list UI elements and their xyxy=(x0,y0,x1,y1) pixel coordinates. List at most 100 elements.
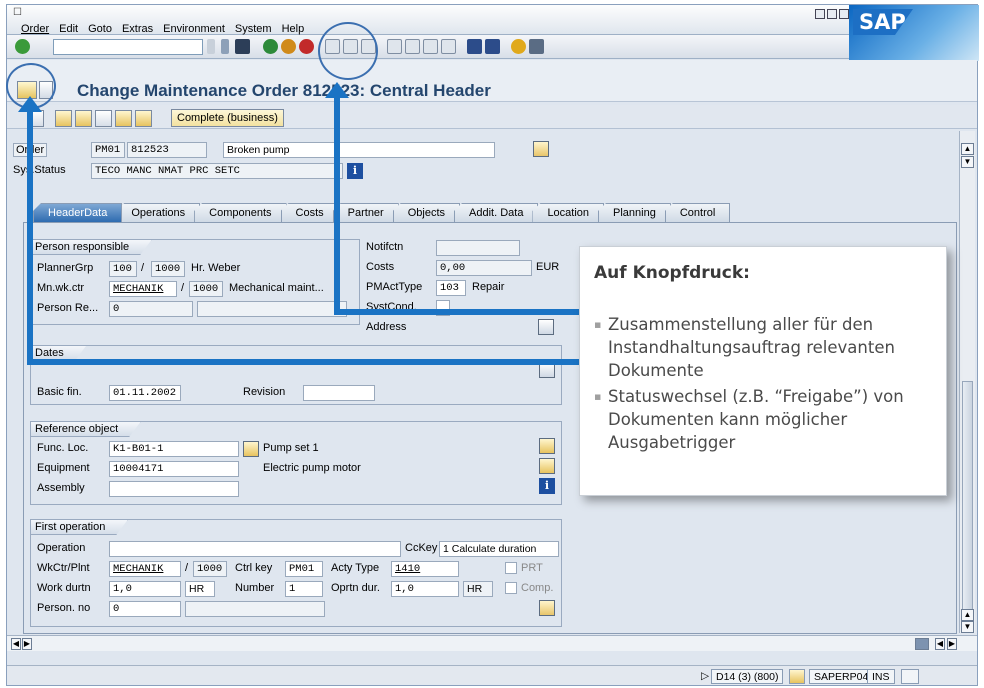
next-page-icon[interactable] xyxy=(423,39,438,54)
page-down-icon[interactable]: ▲ xyxy=(961,609,974,621)
tab-planning[interactable]: Planning xyxy=(598,203,671,223)
h-scroll-thumb[interactable] xyxy=(915,638,929,650)
ctrlkey-field[interactable]: PM01 xyxy=(285,561,323,577)
personno-name-field xyxy=(185,601,325,617)
help-icon[interactable] xyxy=(511,39,526,54)
scroll-down-icon[interactable]: ▼ xyxy=(961,621,974,633)
release-icon[interactable] xyxy=(115,110,132,127)
op-wkctr-field[interactable]: MECHANIK xyxy=(109,561,181,577)
object-list-icon[interactable] xyxy=(539,458,555,474)
dates-group: Dates Basic fin. 01.11.2002 Revision xyxy=(30,345,562,405)
shortcut-icon[interactable] xyxy=(485,39,500,54)
assembly-field[interactable] xyxy=(109,481,239,497)
tab-addit-data[interactable]: Addit. Data xyxy=(454,203,539,223)
back-small-icon[interactable] xyxy=(221,39,229,54)
wkctr-field[interactable]: MECHANIK xyxy=(109,281,177,297)
command-field[interactable] xyxy=(53,39,203,55)
back-icon[interactable] xyxy=(263,39,278,54)
tab-costs[interactable]: Costs xyxy=(280,203,339,223)
funcloc-field[interactable]: K1-B01-1 xyxy=(109,441,239,457)
order-type-field: PM01 xyxy=(91,142,125,158)
scroll-thumb[interactable] xyxy=(962,381,973,611)
tab-operations[interactable]: Operations xyxy=(116,203,201,223)
last-page-icon[interactable] xyxy=(441,39,456,54)
pmacttype-field[interactable]: 103 xyxy=(436,280,466,296)
equipment-label: Equipment xyxy=(37,462,90,474)
operation-field[interactable] xyxy=(109,541,401,557)
tab-location[interactable]: Location xyxy=(532,203,605,223)
tab-headerdata[interactable]: HeaderData xyxy=(33,203,123,223)
object-info-icon[interactable]: i xyxy=(539,478,555,494)
menu-goto[interactable]: Goto xyxy=(88,23,112,35)
page-up-icon[interactable]: ▼ xyxy=(961,156,974,168)
revision-field[interactable] xyxy=(303,385,375,401)
save-icon[interactable] xyxy=(235,39,250,54)
system-info[interactable]: D14 (3) (800) xyxy=(711,669,784,684)
notifctn-field[interactable] xyxy=(436,240,520,256)
workdurtn-field[interactable]: 1,0 xyxy=(109,581,181,597)
menu-environment[interactable]: Environment xyxy=(163,23,225,35)
person-responsible-field[interactable]: 0 xyxy=(109,301,193,317)
cckey-select[interactable]: 1 Calculate duration xyxy=(439,541,559,557)
address-icon[interactable] xyxy=(538,319,554,335)
previous-page-icon[interactable] xyxy=(405,39,420,54)
menu-system[interactable]: System xyxy=(235,23,272,35)
funcloc-hierarchy-icon[interactable] xyxy=(243,441,259,457)
menu-edit[interactable]: Edit xyxy=(59,23,78,35)
exit-icon[interactable] xyxy=(281,39,296,54)
enter-icon[interactable] xyxy=(15,39,30,54)
personno-field[interactable]: 0 xyxy=(109,601,181,617)
maximize-icon[interactable] xyxy=(827,9,837,19)
system-menu-icon[interactable]: ☐ xyxy=(13,7,22,18)
comp-checkbox[interactable] xyxy=(505,582,517,594)
scroll-right-end-icon[interactable]: ▶ xyxy=(947,638,957,650)
actytype-field[interactable]: 1410 xyxy=(391,561,459,577)
complete-business-button[interactable]: Complete (business) xyxy=(171,109,284,127)
order-description-field[interactable]: Broken pump xyxy=(223,142,495,158)
wkctr-plant-field[interactable]: 1000 xyxy=(189,281,223,297)
first-page-icon[interactable] xyxy=(387,39,402,54)
basic-finish-label: Basic fin. xyxy=(37,386,82,398)
layout-menu-icon[interactable] xyxy=(529,39,544,54)
cancel-icon[interactable] xyxy=(299,39,314,54)
command-dropdown-icon[interactable] xyxy=(207,39,215,54)
horizontal-scrollbar[interactable]: ◀ ▶ ◀ ▶ xyxy=(7,635,977,651)
operation-detail-icon[interactable] xyxy=(539,600,555,616)
status-bar: ▷ D14 (3) (800) SAPERP04 INS xyxy=(7,665,977,685)
scroll-right-icon[interactable]: ▶ xyxy=(22,638,32,650)
structure-list-icon[interactable] xyxy=(539,438,555,454)
tab-components[interactable]: Components xyxy=(194,203,287,223)
oprtndur-field[interactable]: 1,0 xyxy=(391,581,459,597)
planner-field[interactable]: 100 xyxy=(109,261,137,277)
minimize-icon[interactable] xyxy=(815,9,825,19)
scroll-up-icon[interactable]: ▲ xyxy=(961,143,974,155)
vertical-scrollbar[interactable]: ▲ ▼ ▲ ▼ xyxy=(959,131,975,633)
print-order-icon[interactable] xyxy=(135,110,152,127)
menu-order[interactable]: Order xyxy=(21,23,49,35)
operations-list-icon[interactable] xyxy=(75,110,92,127)
scroll-left-icon[interactable]: ◀ xyxy=(11,638,21,650)
long-text-icon[interactable] xyxy=(533,141,549,157)
equipment-field[interactable]: 10004171 xyxy=(109,461,239,477)
tab-objects[interactable]: Objects xyxy=(392,203,461,223)
prt-checkbox[interactable] xyxy=(505,562,517,574)
structure-icon[interactable] xyxy=(55,110,72,127)
number-field[interactable]: 1 xyxy=(285,581,323,597)
create-session-icon[interactable] xyxy=(467,39,482,54)
basic-finish-field[interactable]: 01.11.2002 xyxy=(109,385,181,401)
tab-control[interactable]: Control xyxy=(664,203,731,223)
menu-extras[interactable]: Extras xyxy=(122,23,153,35)
menu-bar: ☐ Order Edit Goto Extras Environment Sys… xyxy=(7,5,977,35)
status-info-icon[interactable]: i xyxy=(347,163,363,179)
scroll-left-end-icon[interactable]: ◀ xyxy=(935,638,945,650)
close-window-icon[interactable] xyxy=(839,9,849,19)
op-plant-field[interactable]: 1000 xyxy=(193,561,227,577)
menu-help[interactable]: Help xyxy=(282,23,305,35)
planner-plant-field[interactable]: 1000 xyxy=(151,261,185,277)
components-list-icon[interactable] xyxy=(95,110,112,127)
costs-field: 0,00 xyxy=(436,260,532,276)
planner-name: Hr. Weber xyxy=(191,262,241,274)
oprtndur-unit-field[interactable]: HR xyxy=(463,581,493,597)
workdurtn-unit-field[interactable]: HR xyxy=(185,581,215,597)
tab-partner[interactable]: Partner xyxy=(332,203,399,223)
